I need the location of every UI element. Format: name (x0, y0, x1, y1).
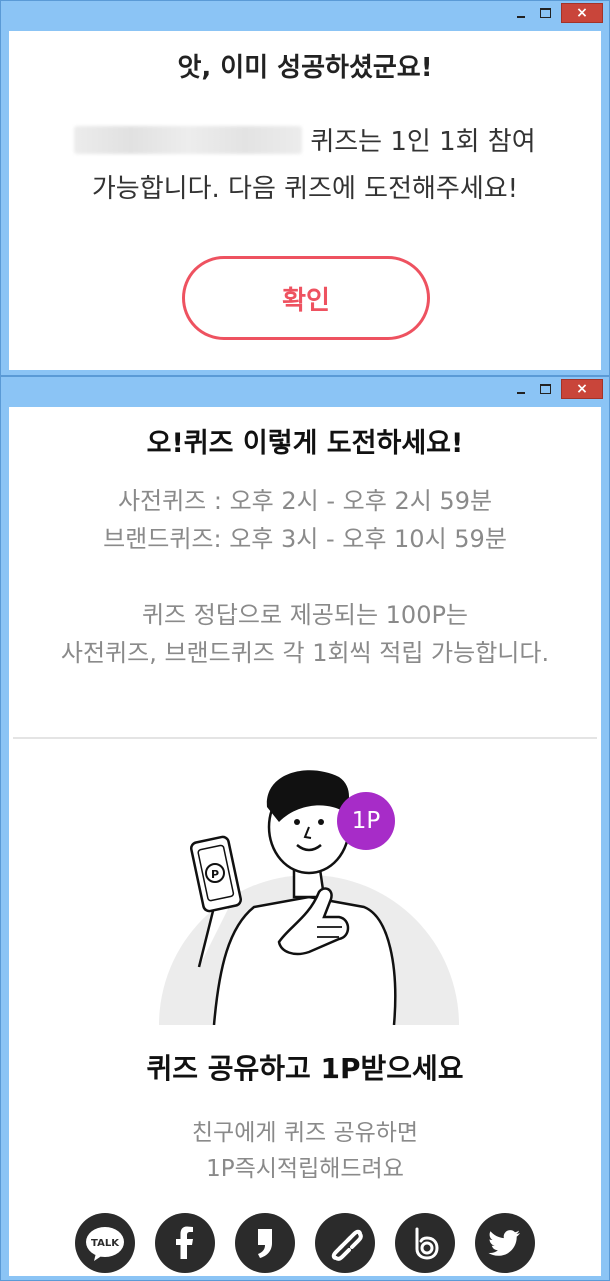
dialog-message-line2: 가능합니다. 다음 퀴즈에 도전해주세요! (91, 174, 519, 204)
divider (13, 737, 597, 739)
maximize-button[interactable] (533, 3, 557, 23)
schedule-brandquiz: 브랜드퀴즈: 오후 3시 - 오후 10시 59분 (103, 525, 507, 553)
man-with-phone-illustration: P (159, 770, 459, 1025)
minimize-button[interactable] (509, 379, 533, 399)
kakaostory-icon (258, 1229, 272, 1258)
guide-title: 오!퀴즈 이렇게 도전하세요! (146, 428, 464, 459)
schedule-prequiz: 사전퀴즈 : 오후 2시 - 오후 2시 59분 (117, 487, 493, 515)
link-icon (331, 1229, 363, 1261)
quiz-guide-window: × 오!퀴즈 이렇게 도전하세요! 사전퀴즈 : 오후 2시 - 오후 2시 5… (0, 376, 610, 1281)
guide-content: 오!퀴즈 이렇게 도전하세요! 사전퀴즈 : 오후 2시 - 오후 2시 59분… (9, 407, 601, 1276)
close-button[interactable]: × (561, 379, 603, 399)
svg-text:P: P (211, 868, 219, 881)
facebook-share-button[interactable] (155, 1213, 215, 1273)
point-badge: 1P (337, 792, 395, 850)
kakaotalk-label: TALK (91, 1238, 120, 1249)
titlebar[interactable]: × (1, 1, 609, 31)
kakaostory-share-button[interactable] (235, 1213, 295, 1273)
twitter-icon (488, 1230, 520, 1256)
kakaotalk-icon: TALK (86, 1227, 124, 1261)
confirm-button[interactable]: 확인 (182, 256, 430, 340)
dialog-title: 앗, 이미 성공하셨군요! (177, 53, 433, 83)
share-subtitle-line1: 친구에게 퀴즈 공유하면 (191, 1120, 419, 1146)
facebook-icon (176, 1226, 193, 1259)
link-copy-button[interactable] (315, 1213, 375, 1273)
notice-line1: 퀴즈 정답으로 제공되는 100P는 (141, 601, 469, 629)
social-share-buttons: TALK (9, 1213, 601, 1273)
quiz-already-done-window: × 앗, 이미 성공하셨군요! 퀴즈는 1인 1회 참여 가능합니다. 다음 퀴… (0, 0, 610, 376)
twitter-share-button[interactable] (475, 1213, 535, 1273)
dialog-content: 앗, 이미 성공하셨군요! 퀴즈는 1인 1회 참여 가능합니다. 다음 퀴즈에… (9, 31, 601, 370)
dialog-message-line1: 퀴즈는 1인 1회 참여 (9, 121, 601, 158)
share-title: 퀴즈 공유하고 1P받으세요 (146, 1052, 464, 1085)
share-subtitle-line2: 1P즉시적립해드려요 (206, 1156, 404, 1182)
message-text: 퀴즈는 1인 1회 참여 (310, 127, 536, 157)
window-controls: × (509, 3, 603, 23)
band-icon (415, 1227, 439, 1260)
titlebar[interactable]: × (1, 377, 609, 407)
blurred-quiz-name (74, 126, 303, 154)
maximize-button[interactable] (533, 379, 557, 399)
band-share-button[interactable] (395, 1213, 455, 1273)
kakaotalk-share-button[interactable]: TALK (75, 1213, 135, 1273)
minimize-button[interactable] (509, 3, 533, 23)
close-button[interactable]: × (561, 3, 603, 23)
notice-line2: 사전퀴즈, 브랜드퀴즈 각 1회씩 적립 가능합니다. (60, 639, 550, 667)
window-controls: × (509, 379, 603, 399)
